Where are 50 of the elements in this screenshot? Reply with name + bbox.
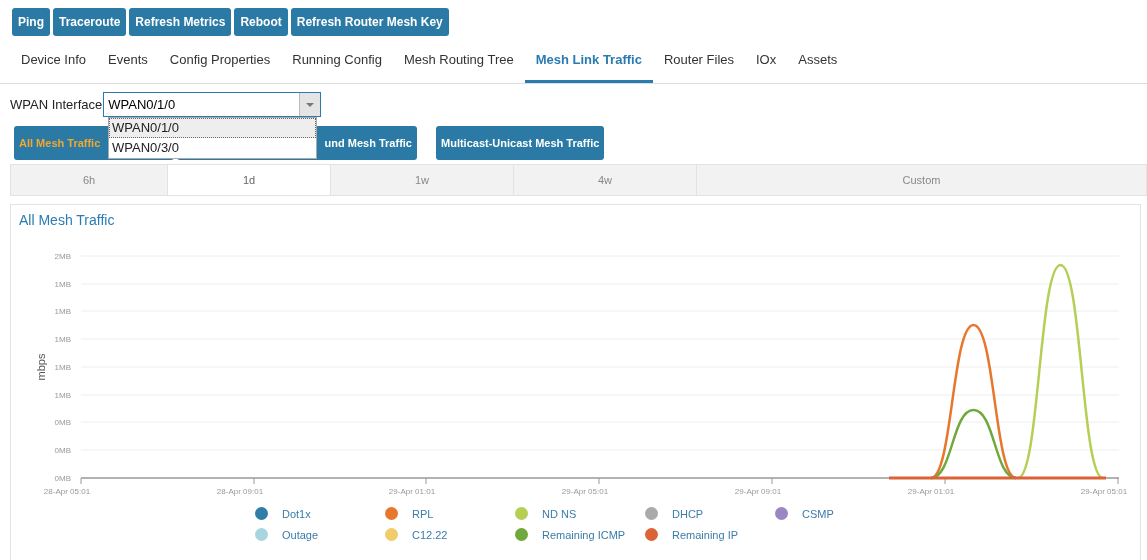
caret-icon: [299, 93, 321, 116]
x-tick-label: 29-Apr 05:01: [561, 487, 609, 496]
legend-label[interactable]: Dot1x: [282, 507, 311, 520]
range-tab[interactable]: Custom: [697, 165, 1146, 195]
y-tick-label: 0MB: [54, 446, 71, 455]
tab[interactable]: Config Properties: [158, 42, 282, 83]
tab[interactable]: Running Config: [281, 42, 393, 83]
y-tick-label: 0MB: [54, 474, 71, 483]
y-tick-label: 2MB: [54, 252, 71, 261]
x-tick-label: 28-Apr 05:01: [43, 487, 91, 496]
legend-label[interactable]: CSMP: [802, 507, 834, 520]
range-tab[interactable]: 1d: [168, 165, 331, 195]
action-button[interactable]: Ping: [12, 8, 50, 36]
field-label: WPAN Interface: [10, 97, 103, 112]
y-tick-label: 1MB: [54, 335, 71, 344]
x-tick-label: 29-Apr 05:01: [1080, 487, 1128, 496]
range-tab[interactable]: 1w: [331, 165, 514, 195]
y-tick-label: 1MB: [54, 391, 71, 400]
legend-label[interactable]: Remaining ICMP: [542, 528, 626, 541]
action-button[interactable]: Refresh Metrics: [129, 8, 232, 36]
tab[interactable]: Mesh Link Traffic: [524, 42, 653, 83]
legend-label[interactable]: Remaining IP: [672, 528, 739, 541]
x-tick-label: 29-Apr 09:01: [734, 487, 782, 496]
tab[interactable]: Device Info: [10, 42, 98, 83]
action-button[interactable]: Reboot: [234, 8, 288, 36]
y-axis-label: mbps: [35, 353, 47, 381]
y-tick-label: 0MB: [54, 418, 71, 427]
tab[interactable]: Events: [97, 42, 159, 83]
y-tick-label: 1MB: [54, 363, 71, 372]
dropdown-option[interactable]: WPAN0/1/0: [109, 118, 316, 138]
x-tick-label: 29-Apr 01:01: [907, 487, 955, 496]
y-tick-label: 1MB: [54, 307, 71, 316]
x-tick-label: 28-Apr 09:01: [216, 487, 264, 496]
action-button[interactable]: Refresh Router Mesh Key: [290, 8, 449, 36]
legend-label[interactable]: C12.22: [412, 528, 448, 541]
legend-label[interactable]: Outage: [282, 528, 319, 541]
traffic-button[interactable]: Multicast-Unicast Mesh Traffic: [436, 126, 605, 160]
legend-label[interactable]: DHCP: [672, 507, 704, 520]
legend-label[interactable]: ND NS: [542, 507, 577, 520]
x-tick-label: 29-Apr 01:01: [388, 487, 436, 496]
range-tab[interactable]: 4w: [514, 165, 697, 195]
tab[interactable]: Router Files: [652, 42, 745, 83]
action-button[interactable]: Traceroute: [53, 8, 127, 36]
tab[interactable]: Mesh Routing Tree: [392, 42, 525, 83]
legend-label[interactable]: RPL: [412, 507, 434, 520]
tab[interactable]: Assets: [787, 42, 849, 83]
y-tick-label: 1MB: [54, 280, 71, 289]
chart-title: All Mesh Traffic: [18, 211, 116, 230]
interface-dropdown[interactable]: WPAN0/1/0: [103, 92, 322, 117]
tab[interactable]: IOx: [745, 42, 788, 83]
